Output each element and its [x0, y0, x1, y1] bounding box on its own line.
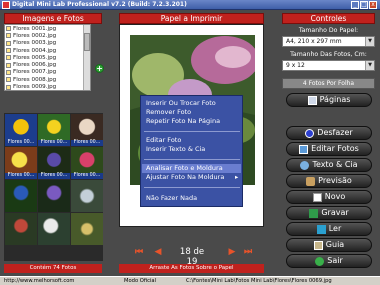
photo-count-footer: Contém 74 Fotos: [4, 264, 102, 273]
preview-icon: [306, 176, 316, 186]
file-item[interactable]: Flores 0003.jpg: [5, 40, 90, 47]
paper-size-label: Tamanho Do Papel:: [298, 27, 359, 34]
menu-item-do-nothing[interactable]: Não Fazer Nada: [146, 194, 197, 203]
menu-item-edit-photo[interactable]: Editar Foto: [146, 136, 181, 145]
menu-item-insert-text[interactable]: Inserir Texto & Cia: [146, 145, 205, 154]
thumbnail[interactable]: [71, 213, 103, 245]
pages-icon: [307, 95, 317, 105]
close-button[interactable]: x: [369, 1, 377, 9]
thumbnail[interactable]: Flores 00...: [5, 147, 37, 179]
text-icon: [300, 160, 310, 170]
undo-button[interactable]: Desfazer: [286, 126, 372, 140]
file-item[interactable]: Flores 0006.jpg: [5, 61, 90, 68]
thumbnail[interactable]: Flores 00...: [71, 147, 103, 179]
last-page-button[interactable]: ⏭: [243, 247, 253, 257]
guide-button[interactable]: Guia: [286, 238, 372, 252]
file-item[interactable]: Flores 0004.jpg: [5, 47, 90, 54]
scrollbar-thumb[interactable]: [84, 33, 90, 51]
thumbnail[interactable]: Flores 00...: [71, 114, 103, 146]
image-file-icon: [6, 84, 11, 90]
submenu-arrow-icon: ▸: [235, 173, 239, 181]
thumbnail[interactable]: Flores 00...: [5, 114, 37, 146]
image-file-icon: [6, 62, 11, 68]
file-list-scrollbar[interactable]: [83, 25, 90, 90]
photo-size-label: Tamanho Das Fotos, Cm:: [290, 51, 367, 58]
window-title: Digital Mini Lab Professional v7.2 (Buil…: [12, 1, 187, 8]
open-button[interactable]: Ler: [286, 222, 372, 236]
undo-icon: [305, 128, 315, 138]
app-icon: [2, 1, 10, 9]
edit-photo-icon: [299, 144, 309, 154]
image-file-icon: [6, 40, 11, 46]
mode-label: Modo Oficial: [124, 278, 157, 284]
image-file-icon: [6, 69, 11, 75]
open-icon: [316, 224, 326, 234]
menu-item-repeat-photo[interactable]: Repetir Foto Na Página: [146, 117, 220, 126]
dropdown-arrow-icon[interactable]: ▼: [365, 37, 374, 46]
guide-icon: [313, 240, 323, 250]
controls-header: Controles: [282, 13, 375, 24]
minimize-button[interactable]: _: [351, 1, 359, 9]
images-header: Imagens e Fotos: [4, 13, 102, 24]
edit-photos-button[interactable]: Editar Fotos: [286, 142, 372, 156]
image-file-icon: [6, 48, 11, 54]
add-photo-button[interactable]: +: [95, 64, 104, 73]
thumbnail[interactable]: [5, 213, 37, 245]
image-file-icon: [6, 55, 11, 61]
title-bar: Digital Mini Lab Professional v7.2 (Buil…: [0, 0, 380, 10]
save-button[interactable]: Gravar: [286, 206, 372, 220]
menu-separator: [144, 131, 240, 132]
pages-button[interactable]: Páginas: [286, 93, 372, 107]
image-file-icon: [6, 77, 11, 83]
dropdown-arrow-icon[interactable]: ▼: [365, 61, 374, 70]
file-item[interactable]: Flores 0007.jpg: [5, 69, 90, 76]
thumbnail[interactable]: [38, 213, 70, 245]
new-file-icon: [312, 192, 322, 202]
thumbnail[interactable]: [38, 180, 70, 212]
image-file-icon: [6, 33, 11, 39]
menu-item-adjust-photo[interactable]: Ajustar Foto Na Moldura: [146, 173, 224, 182]
maximize-button[interactable]: □: [360, 1, 368, 9]
exit-button[interactable]: Sair: [286, 254, 372, 268]
menu-item-insert-photo[interactable]: Inserir Ou Trocar Foto: [146, 99, 216, 108]
file-item[interactable]: Flores 0002.jpg: [5, 32, 90, 39]
file-item[interactable]: Flores 0009.jpg: [5, 83, 90, 90]
new-button[interactable]: Novo: [286, 190, 372, 204]
thumbnail[interactable]: Flores 00...: [38, 147, 70, 179]
save-icon: [309, 208, 319, 218]
paper-header: Papel a Imprimir: [119, 13, 264, 24]
exit-icon: [315, 256, 325, 266]
thumbnail[interactable]: [5, 180, 37, 212]
image-file-icon: [6, 26, 11, 32]
menu-item-analyze-photo[interactable]: Analisar Foto e Moldura: [146, 164, 223, 173]
photos-per-sheet: 4 Fotos Por Folha: [282, 78, 375, 89]
first-page-button[interactable]: ⏮: [134, 247, 144, 257]
thumbnail[interactable]: [71, 180, 103, 212]
file-item[interactable]: Flores 0008.jpg: [5, 76, 90, 83]
thumbnail[interactable]: Flores 00...: [38, 114, 70, 146]
context-menu: Inserir Ou Trocar Foto Remover Foto Repe…: [140, 95, 243, 207]
file-item[interactable]: Flores 0005.jpg: [5, 54, 90, 61]
preview-button[interactable]: Previsão: [286, 174, 372, 188]
next-page-button[interactable]: ▶: [227, 247, 237, 257]
paper-size-select[interactable]: A4, 210 x 297 mm ▼: [282, 36, 375, 47]
photo-size-select[interactable]: 9 x 12 ▼: [282, 60, 375, 71]
file-item[interactable]: Flores 0001.jpg: [5, 25, 90, 32]
menu-separator: [144, 187, 240, 188]
thumbnail-grid: Flores 00... Flores 00... Flores 00... F…: [4, 113, 103, 261]
file-list[interactable]: Flores 0001.jpg Flores 0002.jpg Flores 0…: [4, 24, 91, 91]
menu-separator: [144, 159, 240, 160]
status-bar: http://www.melhorsoft.com Modo Oficial C…: [0, 276, 380, 285]
website-link[interactable]: http://www.melhorsoft.com: [4, 277, 74, 285]
menu-item-remove-photo[interactable]: Remover Foto: [146, 108, 191, 117]
text-button[interactable]: Texto & Cia: [286, 158, 372, 172]
file-path: C:\Fontes\Mini Lab\Fotos Mini Lab\Flores…: [186, 278, 332, 284]
prev-page-button[interactable]: ◀: [153, 247, 163, 257]
drag-hint-footer: Arraste As Fotos Sobre o Papel: [119, 264, 264, 273]
